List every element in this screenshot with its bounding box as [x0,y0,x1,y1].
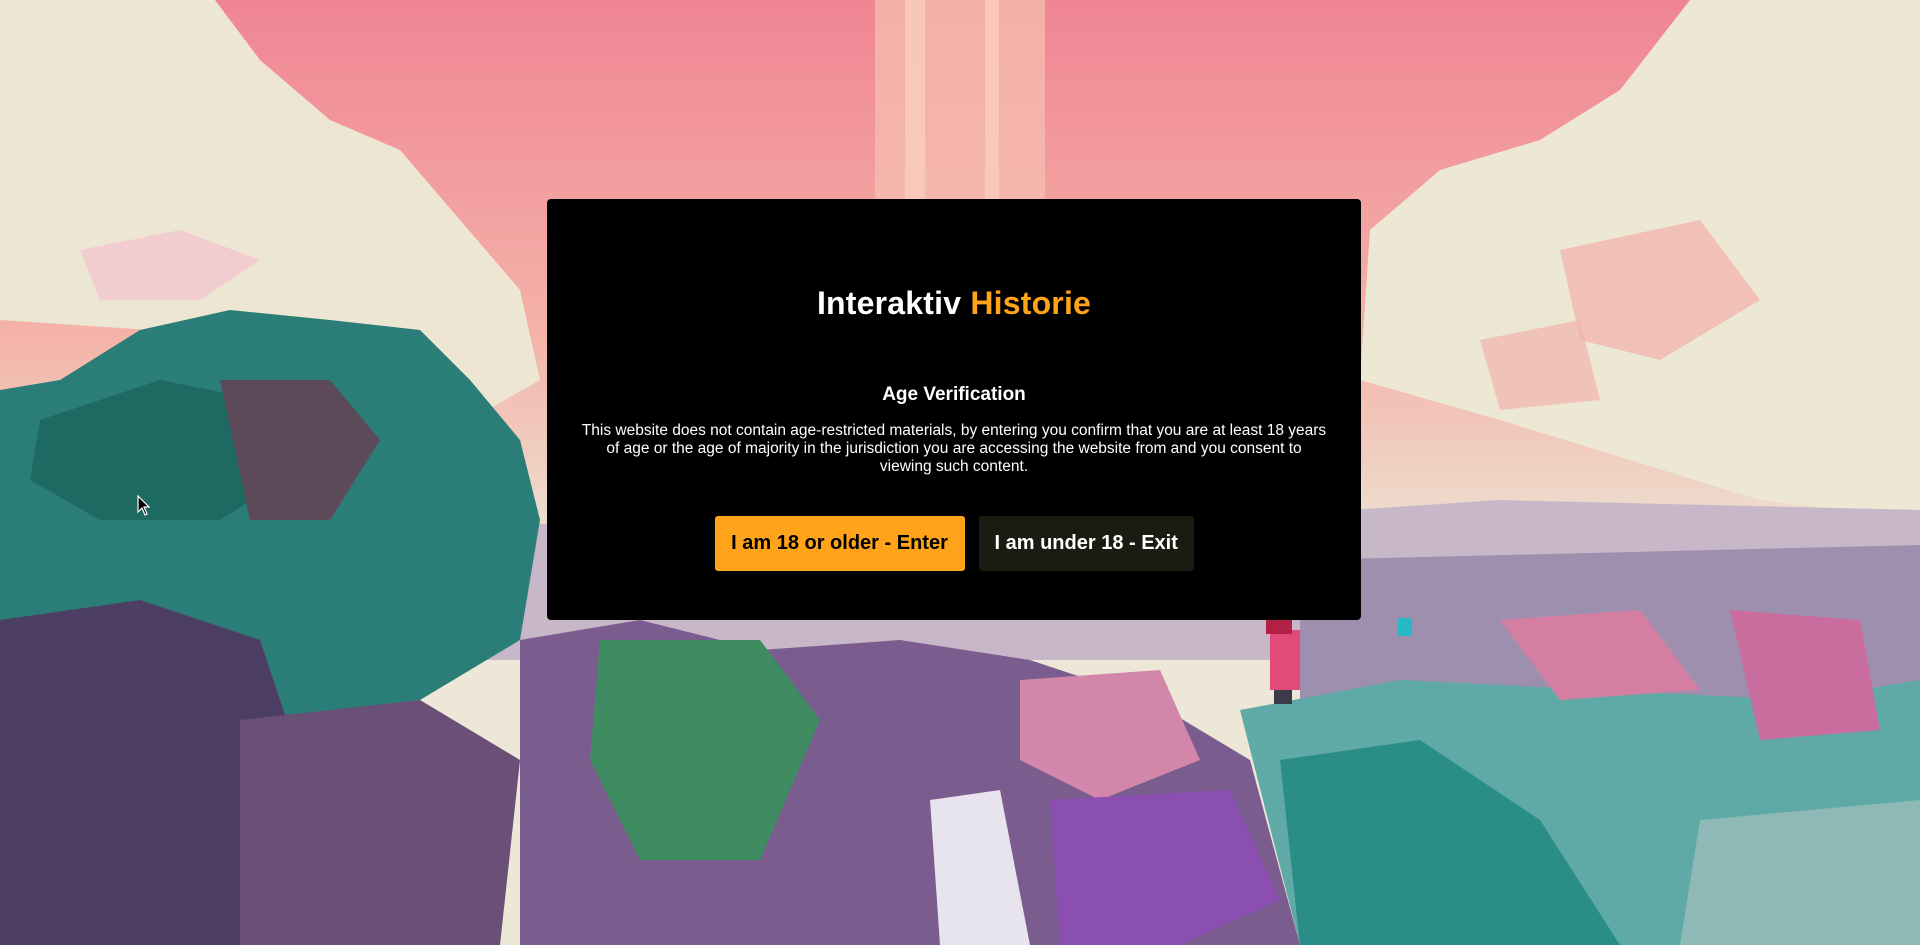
brand-name-accent: Historie [970,285,1092,321]
site-logo: Interaktiv Historie [547,283,1361,323]
enter-button[interactable]: I am 18 or older - Enter [714,516,965,571]
page: Interaktiv Historie Age Verification Thi… [0,0,1920,945]
modal-heading: Age Verification [882,384,1026,405]
age-notice-text: This website does not contain age-restri… [581,422,1327,475]
sprite-companion [1398,618,1412,636]
age-verification-modal: Interaktiv Historie Age Verification Thi… [547,199,1361,620]
exit-button[interactable]: I am under 18 - Exit [978,516,1194,571]
mouse-pointer-icon [137,495,151,516]
modal-actions: I am 18 or older - Enter I am under 18 -… [547,516,1361,571]
light-beam [875,0,1045,200]
brand-name: Interaktiv [816,285,971,321]
